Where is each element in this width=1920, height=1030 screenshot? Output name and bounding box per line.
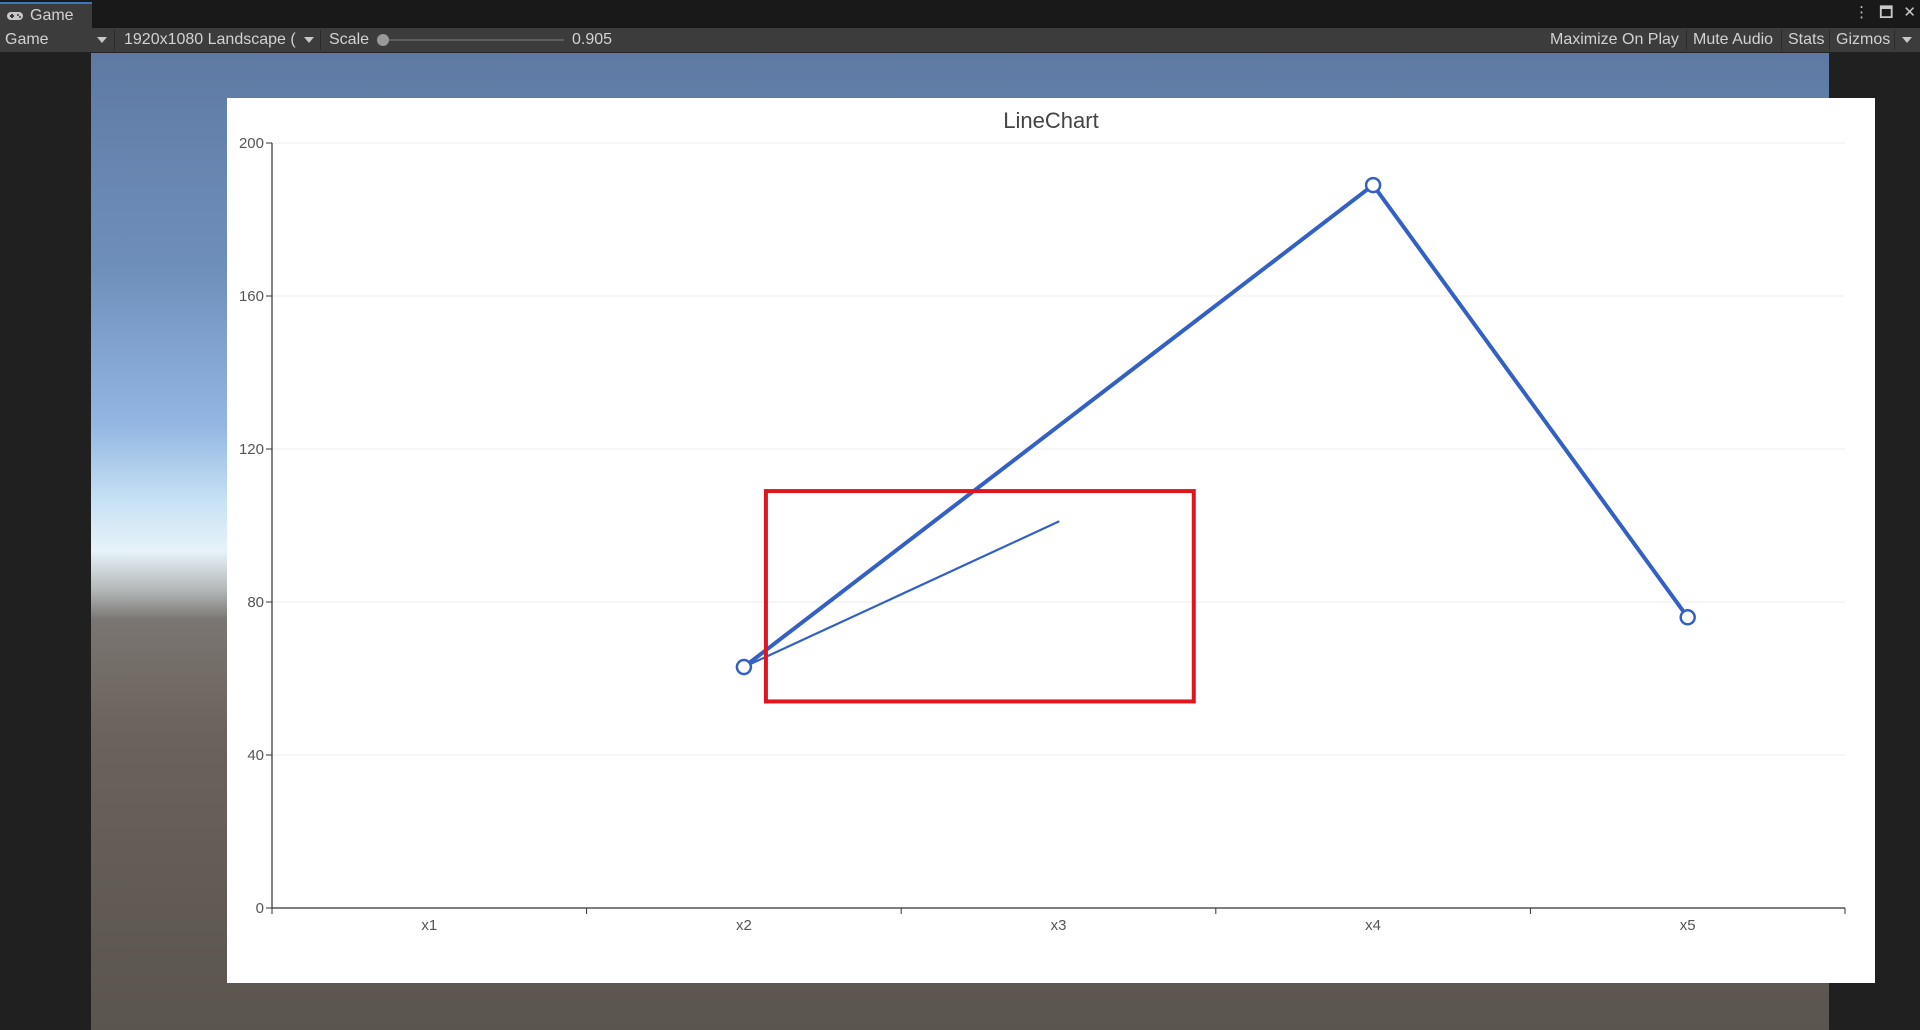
toolbar-divider xyxy=(1781,30,1782,50)
display-select-label: Game xyxy=(5,31,49,48)
game-viewport: LineChart 0 40 80 120 160 200 x1 x2 x3 x4 x5 xyxy=(0,53,1920,1030)
series-line xyxy=(742,183,1690,669)
data-point xyxy=(1364,176,1382,194)
x-axis-ticks: x1 x2 x3 x4 x5 xyxy=(271,908,1846,934)
line-chart-panel: LineChart 0 40 80 120 160 200 x1 x2 x3 x4 x5 xyxy=(227,98,1875,983)
tab-label: Game xyxy=(30,7,74,24)
scale-slider-handle[interactable] xyxy=(377,34,389,46)
toolbar-divider xyxy=(1894,30,1895,50)
gizmos-dropdown-icon[interactable] xyxy=(1902,37,1912,43)
display-select[interactable]: Game xyxy=(5,28,109,52)
x-tick-label: x1 xyxy=(421,917,437,934)
overlay xyxy=(763,489,1196,704)
x-tick-label: x3 xyxy=(1051,917,1067,934)
grid-lines xyxy=(272,142,1845,756)
y-tick-label: 200 xyxy=(239,135,264,152)
chevron-down-icon xyxy=(97,37,107,43)
scale-value: 0.905 xyxy=(572,31,613,48)
x-tick-label: x2 xyxy=(736,917,752,934)
y-axis-ticks: 0 40 80 120 160 200 xyxy=(239,135,272,917)
chart-title: LineChart xyxy=(1003,108,1098,133)
y-tick-label: 120 xyxy=(239,441,264,458)
close-window-icon[interactable]: ✕ xyxy=(1903,4,1916,22)
maximize-on-play-toggle[interactable]: Maximize On Play xyxy=(1550,28,1679,52)
x-tick-label: x5 xyxy=(1680,917,1696,934)
toolbar-divider xyxy=(1686,30,1687,50)
more-options-icon[interactable]: ⋮ xyxy=(1854,4,1869,22)
scale-label: Scale xyxy=(329,31,370,48)
mute-audio-toggle[interactable]: Mute Audio xyxy=(1693,28,1773,52)
window-controls: ⋮ 🗖 ✕ xyxy=(1854,4,1916,22)
series-extra-segment xyxy=(742,520,1060,669)
axes xyxy=(271,143,1845,909)
gizmos-toggle[interactable]: Gizmos xyxy=(1836,28,1890,52)
game-toolbar: Game 1920x1080 Landscape ( Scale 0.905 M… xyxy=(0,28,1920,53)
y-tick-label: 80 xyxy=(247,594,264,611)
chevron-down-icon xyxy=(304,37,314,43)
toolbar-divider xyxy=(320,30,321,50)
toolbar-divider xyxy=(114,30,115,50)
y-tick-label: 40 xyxy=(247,747,264,764)
scale-slider-track[interactable] xyxy=(382,39,564,41)
line-chart: LineChart 0 40 80 120 160 200 x1 x2 x3 x4 x5 xyxy=(239,108,1846,934)
resolution-select-label: 1920x1080 Landscape ( xyxy=(124,31,296,48)
tab-bar: Game ⋮ 🗖 ✕ xyxy=(0,0,1920,28)
game-render-area: LineChart 0 40 80 120 160 200 x1 x2 x3 x4 x5 xyxy=(91,53,1875,1030)
resolution-select[interactable]: 1920x1080 Landscape ( xyxy=(124,28,316,52)
stats-toggle[interactable]: Stats xyxy=(1788,28,1824,52)
gamepad-icon xyxy=(7,12,23,20)
toolbar-divider xyxy=(1829,30,1830,50)
tab-game[interactable]: Game xyxy=(0,2,92,28)
maximize-window-icon[interactable]: 🗖 xyxy=(1879,4,1893,22)
data-point xyxy=(735,658,753,676)
y-tick-label: 0 xyxy=(256,900,264,917)
series xyxy=(735,176,1696,676)
y-tick-label: 160 xyxy=(239,288,264,305)
data-point xyxy=(1679,609,1696,626)
highlight-annotation-box xyxy=(763,489,1196,704)
x-tick-label: x4 xyxy=(1365,917,1381,934)
